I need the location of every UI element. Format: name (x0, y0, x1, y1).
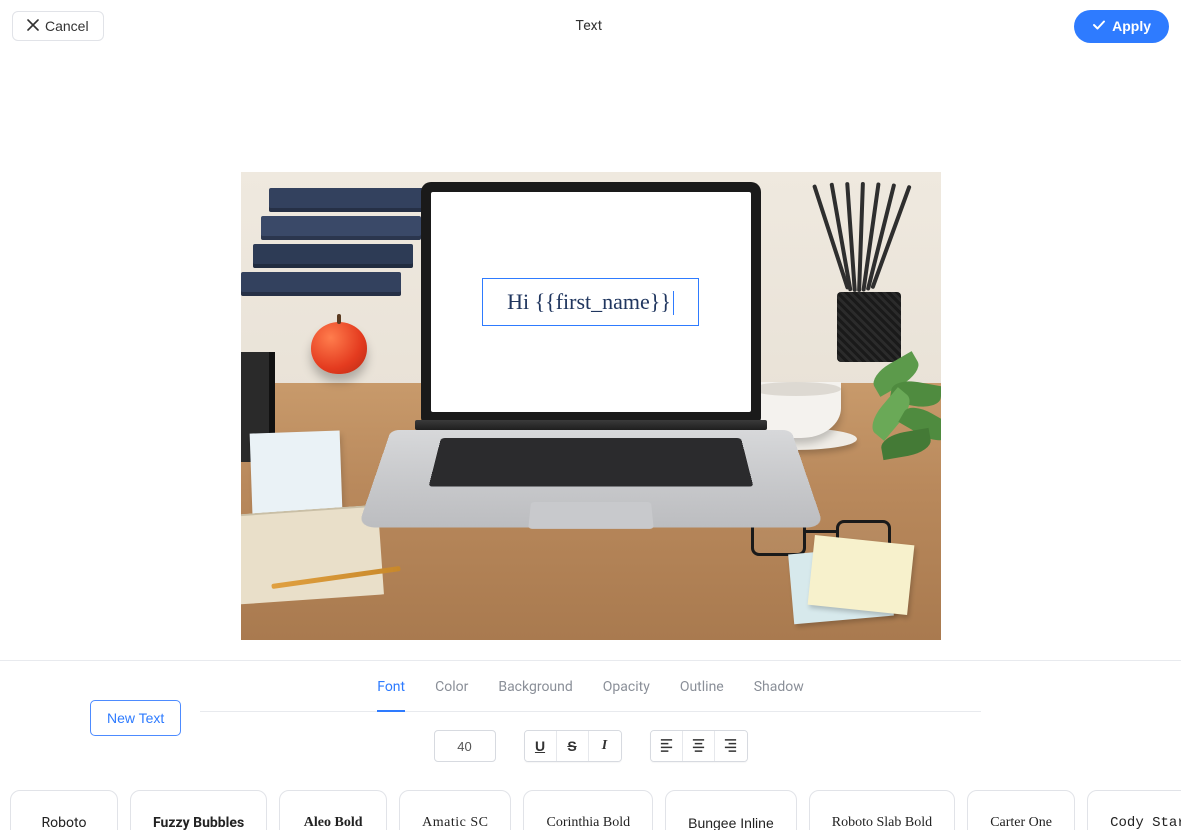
font-chip-list: Roboto Fuzzy Bubbles Aleo Bold Amatic SC… (0, 768, 1181, 830)
font-chip-cody-star[interactable]: Cody Star (1087, 790, 1181, 830)
page-title: Text (576, 18, 603, 34)
canvas-area: Hi {{first_name}} (0, 52, 1181, 650)
tab-color[interactable]: Color (435, 679, 468, 703)
cancel-label: Cancel (45, 18, 89, 34)
canvas-image[interactable]: Hi {{first_name}} (241, 172, 941, 640)
font-chip-bungee-inline[interactable]: Bungee Inline (665, 790, 797, 830)
text-style-group: U S I (524, 730, 622, 762)
tab-opacity[interactable]: Opacity (603, 679, 650, 703)
font-chip-aleo-bold[interactable]: Aleo Bold (279, 790, 387, 830)
align-right-icon (723, 737, 738, 755)
new-text-button[interactable]: New Text (90, 700, 181, 736)
font-chip-corinthia-bold[interactable]: Corinthia Bold (523, 790, 653, 830)
header-bar: Cancel Text Apply (0, 0, 1181, 52)
font-chip-amatic-sc[interactable]: Amatic SC (399, 790, 511, 830)
tab-background[interactable]: Background (498, 679, 572, 703)
tab-outline[interactable]: Outline (680, 679, 724, 703)
align-left-button[interactable] (651, 731, 683, 761)
check-icon (1092, 18, 1106, 35)
align-left-icon (659, 737, 674, 755)
font-chip-fuzzy-bubbles[interactable]: Fuzzy Bubbles (130, 790, 267, 830)
strikethrough-icon: S (567, 738, 576, 754)
desk-scene-illustration: Hi {{first_name}} (241, 172, 941, 640)
font-chip-roboto[interactable]: Roboto (10, 790, 118, 830)
align-right-button[interactable] (715, 731, 747, 761)
align-center-button[interactable] (683, 731, 715, 761)
apply-button[interactable]: Apply (1074, 10, 1169, 43)
apply-label: Apply (1112, 18, 1151, 34)
tabs-row: Font Color Background Opacity Outline Sh… (200, 671, 981, 712)
controls-row: New Text U S I (0, 724, 1181, 768)
text-cursor (673, 291, 674, 315)
font-chip-carter-one[interactable]: Carter One (967, 790, 1075, 830)
underline-button[interactable]: U (525, 731, 557, 761)
cancel-button[interactable]: Cancel (12, 11, 104, 41)
align-center-icon (691, 737, 706, 755)
editable-text-box[interactable]: Hi {{first_name}} (482, 278, 699, 327)
tab-shadow[interactable]: Shadow (754, 679, 804, 703)
text-align-group (650, 730, 748, 762)
close-icon (27, 18, 39, 34)
strikethrough-button[interactable]: S (557, 731, 589, 761)
italic-button[interactable]: I (589, 731, 621, 761)
font-size-input[interactable] (434, 730, 496, 762)
text-content: Hi {{first_name}} (507, 289, 671, 314)
italic-icon: I (602, 738, 607, 754)
underline-icon: U (535, 738, 545, 754)
tab-font[interactable]: Font (377, 679, 405, 712)
font-chip-roboto-slab-bold[interactable]: Roboto Slab Bold (809, 790, 955, 830)
bottom-panel: Font Color Background Opacity Outline Sh… (0, 661, 1181, 830)
